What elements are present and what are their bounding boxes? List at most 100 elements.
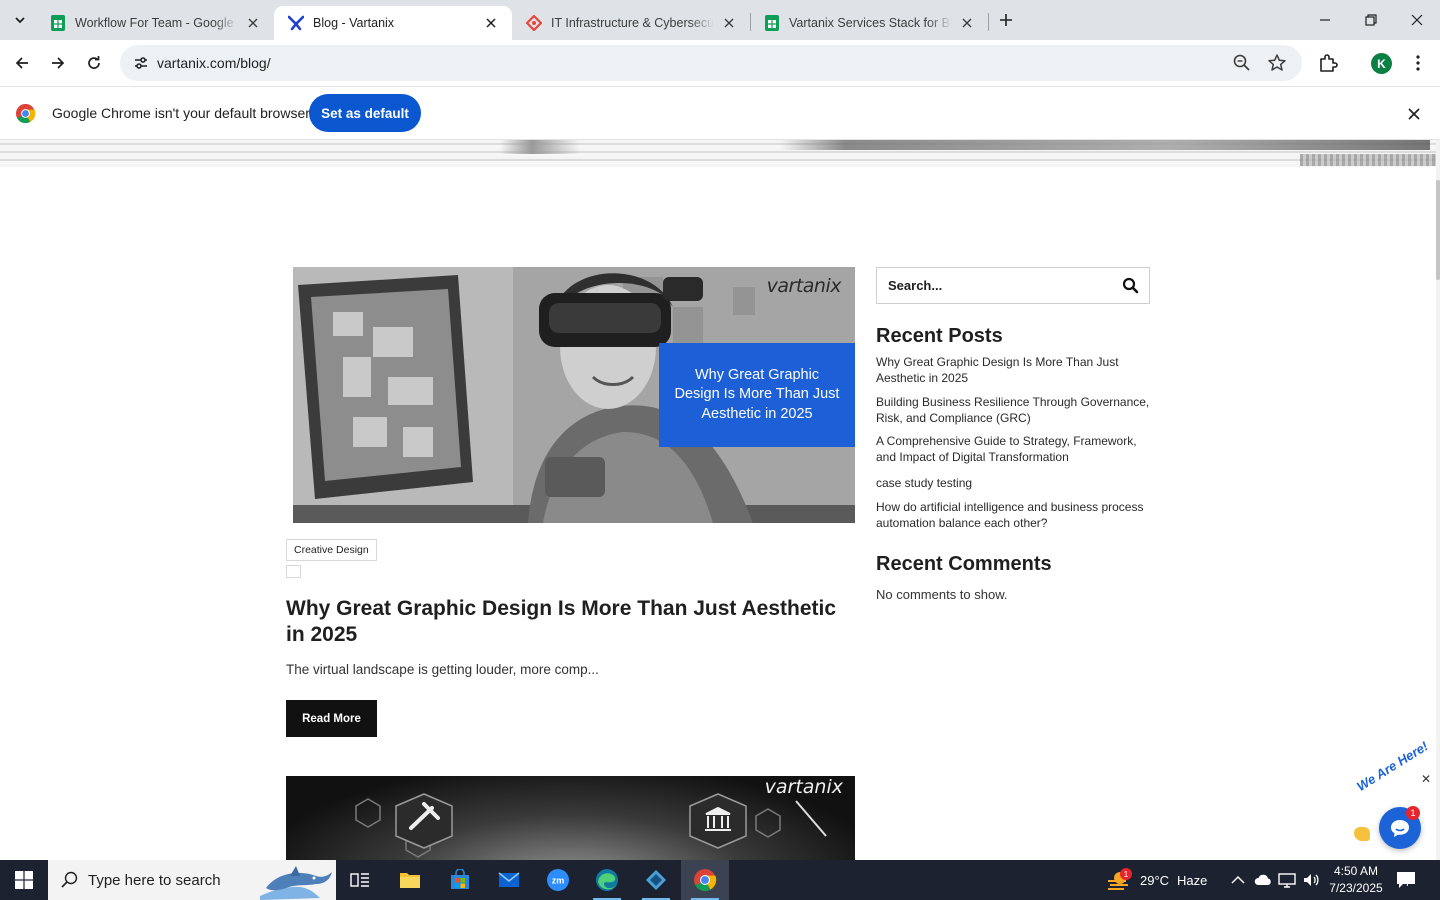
recent-post-link[interactable]: Building Business Resilience Through Gov… — [876, 394, 1149, 426]
arrow-right-icon — [52, 57, 65, 69]
bookmark-star-icon[interactable] — [1267, 53, 1287, 73]
microsoft-store-button[interactable] — [436, 860, 484, 900]
clock-date: 7/23/2025 — [1329, 881, 1383, 895]
weather-temperature: 29°C — [1140, 872, 1170, 888]
file-explorer-icon — [400, 873, 420, 888]
tab-workflow-sheets[interactable]: Workflow For Team - Google Sheets — [36, 6, 274, 40]
new-tab-button[interactable] — [994, 8, 1018, 32]
edge-icon — [596, 869, 618, 891]
tab-search-button[interactable] — [6, 7, 34, 33]
tab-title: Vartanix Services Stack for Blog — [789, 16, 952, 30]
live-chat-widget[interactable]: ✕ We Are Here! 1 — [1352, 738, 1440, 853]
svg-text:zm: zm — [552, 876, 565, 886]
cloud-icon[interactable] — [1254, 872, 1272, 888]
recent-post-link[interactable]: Why Great Graphic Design Is More Than Ju… — [876, 354, 1119, 386]
chat-icon — [1391, 820, 1409, 837]
url-text: vartanix.com/blog/ — [157, 55, 271, 71]
back-button[interactable] — [6, 47, 38, 79]
windows-taskbar: Type here to search zm 1 29°C Haze 4:50 … — [0, 860, 1440, 900]
zoom-icon[interactable] — [1232, 53, 1252, 73]
minimize-icon — [1320, 19, 1330, 21]
close-window-button[interactable] — [1394, 0, 1440, 40]
tab-it-infrastructure[interactable]: IT Infrastructure & Cybersecurity — [512, 6, 750, 40]
recent-post-link[interactable]: A Comprehensive Guide to Strategy, Frame… — [876, 433, 1137, 465]
google-sheets-icon — [764, 15, 780, 31]
browser-menu-button[interactable] — [1406, 51, 1430, 75]
site-info-icon[interactable] — [128, 50, 154, 76]
next-post-image[interactable]: vartanix — [286, 776, 855, 860]
taskbar-search-box[interactable]: Type here to search — [48, 860, 336, 900]
browser-tab-strip: Workflow For Team - Google Sheets Blog -… — [0, 0, 1440, 40]
task-view-button[interactable] — [336, 860, 384, 900]
network-icon[interactable] — [1278, 872, 1296, 888]
scrollbar-thumb[interactable] — [1436, 180, 1440, 280]
restore-button[interactable] — [1348, 0, 1394, 40]
profile-avatar[interactable]: K — [1371, 53, 1392, 74]
chrome-logo-icon — [15, 103, 36, 124]
vartanix-icon — [288, 15, 304, 31]
plus-icon — [1000, 14, 1012, 26]
volume-icon[interactable] — [1302, 872, 1320, 888]
post-featured-image[interactable]: vartanix Why Great Graphic Design Is Mor… — [293, 267, 855, 523]
tab-vartanix-services[interactable]: Vartanix Services Stack for Blog — [750, 6, 988, 40]
mail-button[interactable] — [485, 860, 533, 900]
close-icon[interactable] — [244, 14, 262, 32]
red-diamond-icon — [526, 15, 542, 31]
forward-button[interactable] — [42, 47, 74, 79]
google-sheets-icon — [50, 15, 66, 31]
page-viewport: vartanix Why Great Graphic Design Is Mor… — [0, 140, 1440, 860]
app-diamond-button[interactable] — [632, 860, 680, 900]
weather-badge: 1 — [1120, 868, 1132, 880]
edge-button[interactable] — [583, 860, 631, 900]
search-icon[interactable] — [1121, 276, 1141, 296]
search-icon — [61, 871, 78, 888]
close-icon[interactable] — [720, 14, 738, 32]
infobar-message: Google Chrome isn't your default browser — [52, 105, 310, 121]
close-icon[interactable] — [958, 14, 976, 32]
chevron-up-icon[interactable] — [1230, 872, 1246, 888]
minimize-button[interactable] — [1302, 0, 1348, 40]
tab-separator — [988, 13, 989, 31]
post-meta-placeholder — [286, 565, 301, 578]
clock[interactable]: 4:50 AM 7/23/2025 — [1326, 863, 1386, 897]
waving-hand-icon — [1354, 827, 1370, 841]
clock-time: 4:50 AM — [1333, 864, 1379, 878]
hero-banner-bottom — [0, 140, 1436, 167]
task-view-icon — [350, 873, 369, 887]
infobar-close-button[interactable] — [1402, 102, 1426, 126]
vartanix-watermark: vartanix — [766, 275, 842, 297]
file-explorer-button[interactable] — [386, 860, 434, 900]
read-more-button[interactable]: Read More — [286, 700, 377, 737]
page-scrollbar[interactable] — [1436, 140, 1440, 860]
recent-posts-heading: Recent Posts — [876, 325, 1003, 347]
chat-unread-badge: 1 — [1406, 806, 1420, 820]
set-as-default-button[interactable]: Set as default — [309, 94, 421, 132]
category-tag[interactable]: Creative Design — [286, 539, 377, 561]
chrome-button[interactable] — [681, 860, 729, 900]
mail-icon — [498, 872, 520, 887]
recent-post-link[interactable]: case study testing — [876, 475, 972, 491]
app-diamond-icon — [646, 870, 666, 890]
default-browser-infobar: Google Chrome isn't your default browser… — [0, 86, 1440, 140]
start-button[interactable] — [0, 860, 48, 900]
dolphin-illustration — [260, 866, 332, 900]
search-input[interactable] — [877, 268, 1113, 303]
restore-icon — [1365, 14, 1377, 26]
extensions-puzzle-icon[interactable] — [1316, 51, 1340, 75]
post-title[interactable]: Why Great Graphic Design Is More Than Ju… — [286, 596, 854, 648]
recent-post-link[interactable]: How do artificial intelligence and busin… — [876, 499, 1143, 531]
zoom-app-button[interactable]: zm — [534, 860, 582, 900]
system-tray — [1230, 860, 1320, 900]
windows-logo-icon — [15, 871, 33, 889]
reload-icon — [88, 56, 100, 69]
address-bar[interactable]: vartanix.com/blog/ — [120, 45, 1302, 81]
close-icon[interactable] — [482, 14, 500, 32]
microsoft-store-icon — [451, 869, 469, 889]
tab-blog-vartanix[interactable]: Blog - Vartanix — [274, 6, 512, 40]
chat-label: We Are Here! — [1354, 738, 1431, 794]
weather-widget[interactable]: 1 29°C Haze — [1106, 860, 1207, 900]
no-comments-text: No comments to show. — [876, 587, 1008, 602]
chat-close-icon[interactable]: ✕ — [1420, 773, 1432, 785]
reload-button[interactable] — [78, 47, 110, 79]
notification-count: 7 — [1405, 878, 1411, 889]
